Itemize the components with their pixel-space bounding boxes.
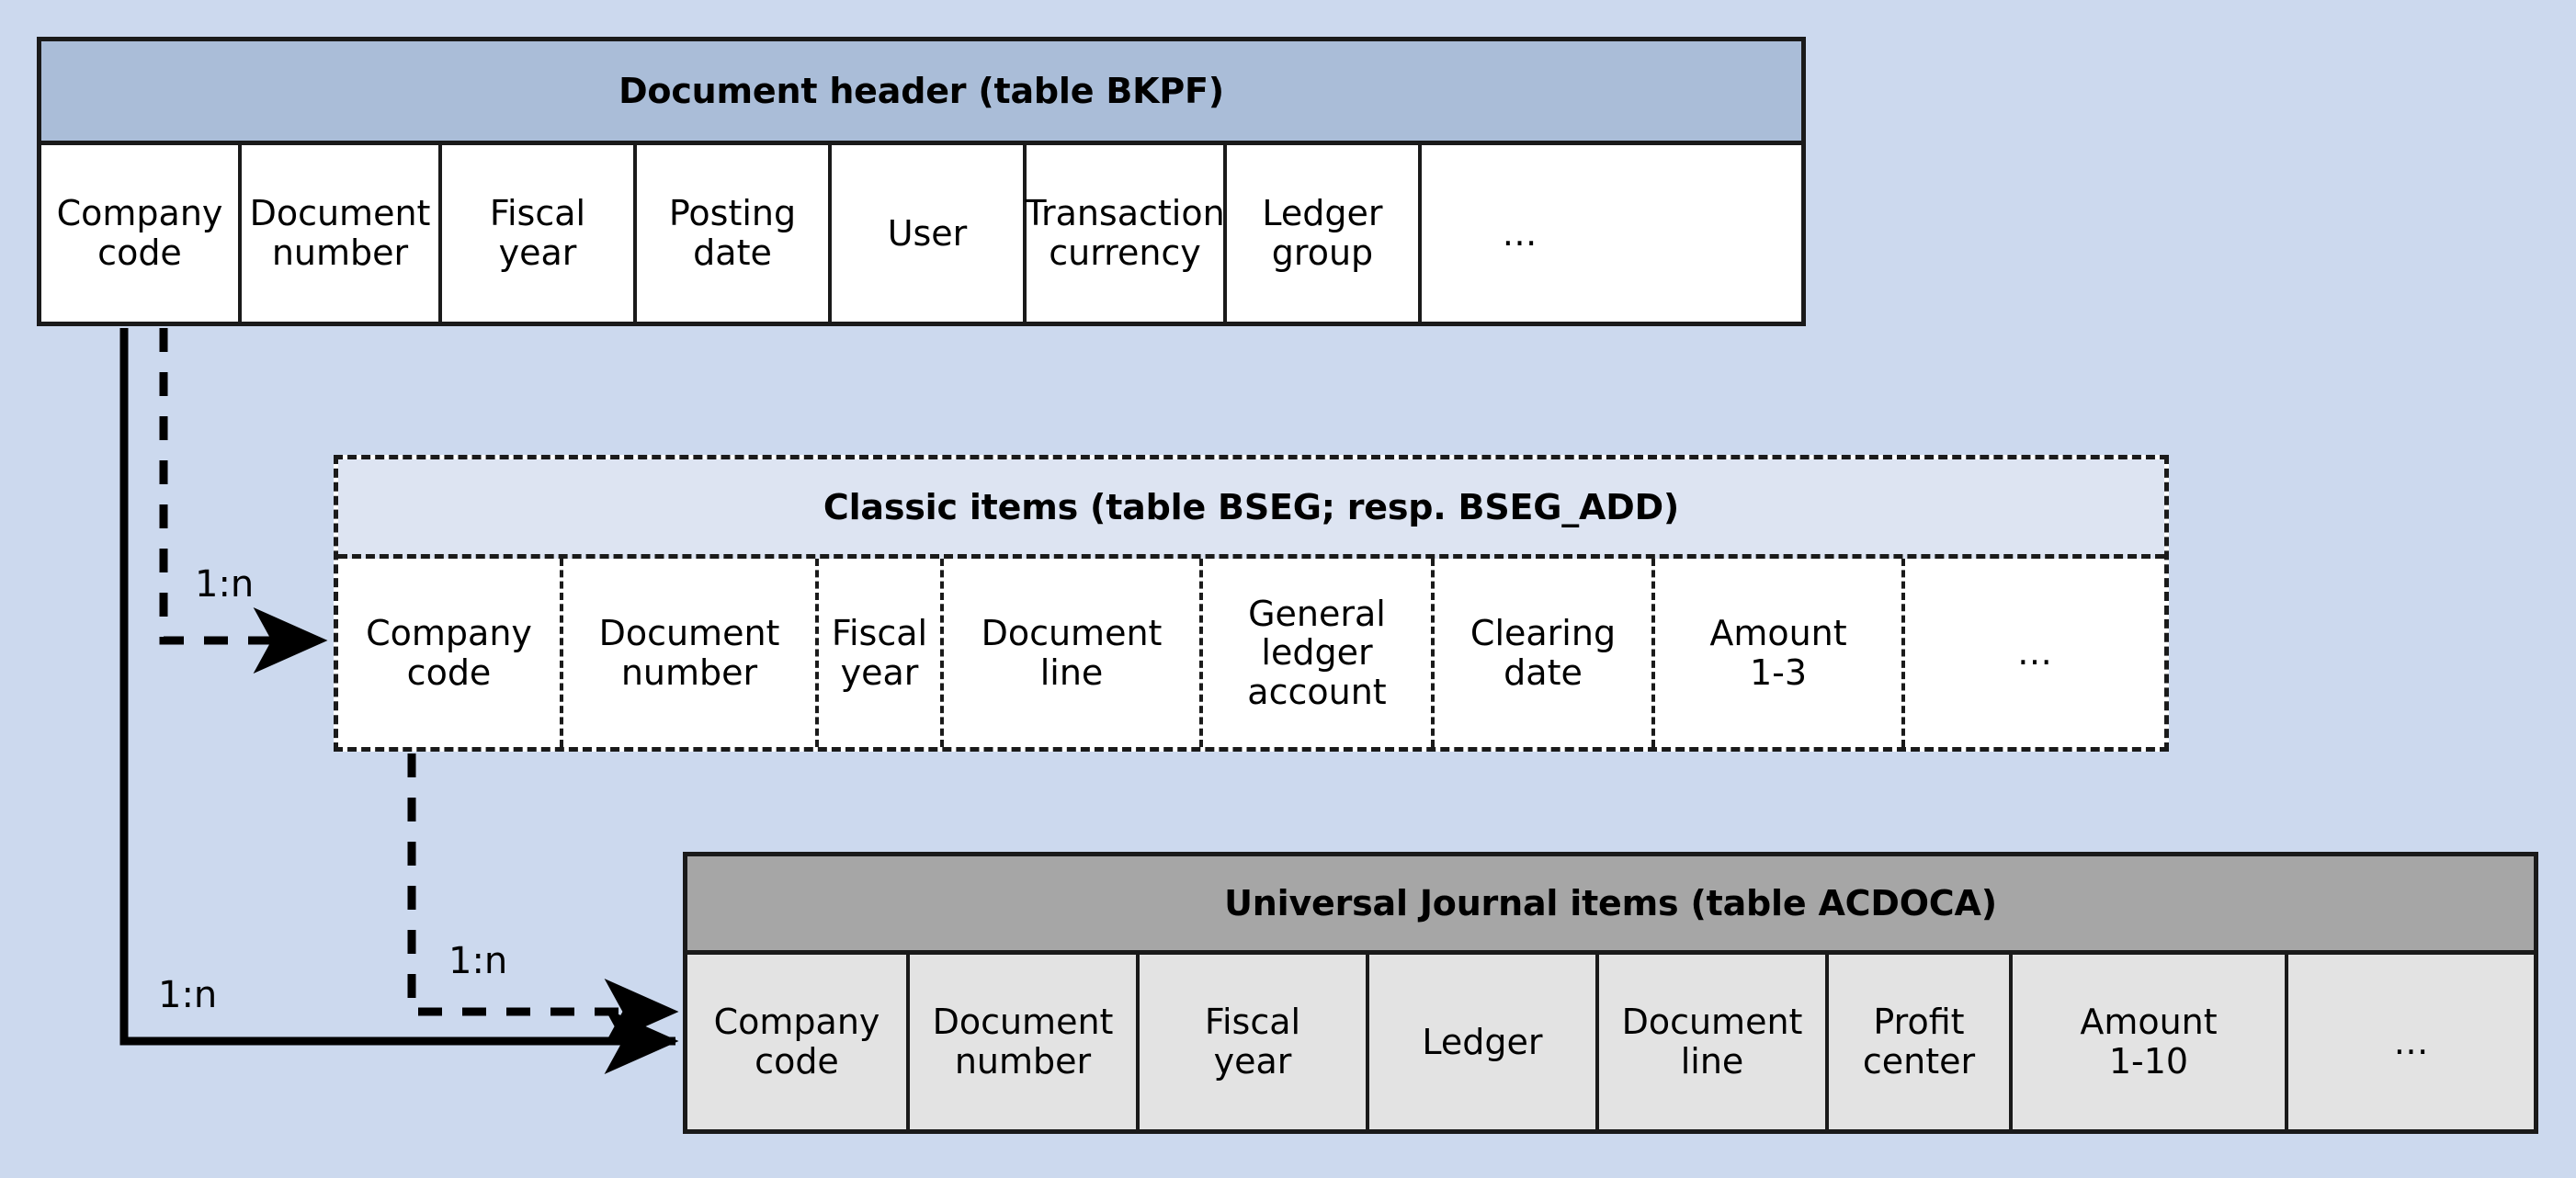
column-bseg-general-ledger-account: General ledger account — [1203, 559, 1435, 747]
column-bseg-ellipsis: … — [1905, 559, 2164, 747]
table-columns-bkpf: Company code Document number Fiscal year… — [41, 145, 1801, 322]
diagram-canvas: Document header (table BKPF) Company cod… — [0, 0, 2576, 1178]
relationship-label-bseg-acdoca: 1:n — [448, 940, 508, 982]
column-acdoca-fiscal-year: Fiscal year — [1140, 955, 1369, 1129]
table-title-acdoca: Universal Journal items (table ACDOCA) — [687, 856, 2534, 955]
table-columns-bseg: Company code Document number Fiscal year… — [338, 559, 2164, 747]
column-acdoca-document-line: Document line — [1599, 955, 1829, 1129]
column-acdoca-document-number: Document number — [910, 955, 1140, 1129]
table-columns-acdoca: Company code Document number Fiscal year… — [687, 955, 2534, 1129]
column-bkpf-ledger-group: Ledger group — [1227, 145, 1422, 322]
column-acdoca-profit-center: Profit center — [1829, 955, 2013, 1129]
relationship-label-bkpf-bseg: 1:n — [195, 563, 255, 606]
column-acdoca-company-code: Company code — [687, 955, 910, 1129]
table-title-bkpf: Document header (table BKPF) — [41, 41, 1801, 145]
column-acdoca-amount-1-10: Amount 1-10 — [2013, 955, 2288, 1129]
column-bseg-document-number: Document number — [563, 559, 819, 747]
column-bkpf-fiscal-year: Fiscal year — [442, 145, 637, 322]
column-bkpf-document-number: Document number — [242, 145, 442, 322]
table-document-header-bkpf: Document header (table BKPF) Company cod… — [37, 37, 1806, 326]
column-bseg-document-line: Document line — [944, 559, 1203, 747]
table-classic-items-bseg: Classic items (table BSEG; resp. BSEG_AD… — [334, 455, 2169, 752]
column-bkpf-ellipsis: … — [1422, 145, 1617, 322]
column-acdoca-ellipsis: … — [2288, 955, 2534, 1129]
column-bkpf-posting-date: Posting date — [637, 145, 832, 322]
table-title-bseg: Classic items (table BSEG; resp. BSEG_AD… — [338, 459, 2164, 559]
column-bseg-amount-1-3: Amount 1-3 — [1655, 559, 1905, 747]
column-bseg-clearing-date: Clearing date — [1435, 559, 1655, 747]
column-bseg-company-code: Company code — [338, 559, 563, 747]
column-acdoca-ledger: Ledger — [1369, 955, 1599, 1129]
column-bseg-fiscal-year: Fiscal year — [819, 559, 944, 747]
column-bkpf-transaction-currency: Transaction currency — [1025, 145, 1227, 322]
column-bkpf-company-code: Company code — [41, 145, 242, 322]
relationship-label-bkpf-acdoca: 1:n — [158, 974, 218, 1016]
table-universal-journal-items-acdoca: Universal Journal items (table ACDOCA) C… — [683, 852, 2538, 1134]
column-bkpf-user: User — [832, 145, 1027, 322]
